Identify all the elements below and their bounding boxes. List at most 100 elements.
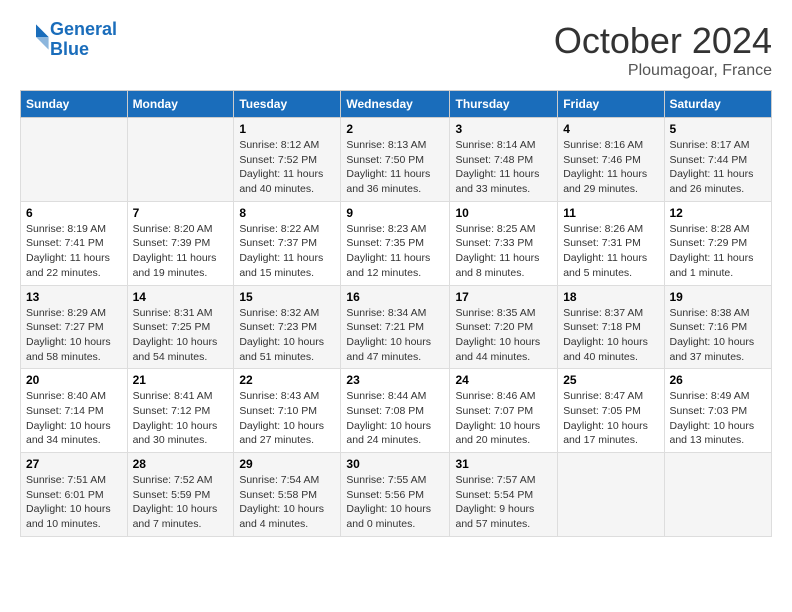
day-info: Sunrise: 8:19 AM Sunset: 7:41 PM Dayligh… [26,222,122,281]
day-number: 23 [346,373,444,387]
calendar-cell: 30 Sunrise: 7:55 AM Sunset: 5:56 PM Dayli… [341,453,450,537]
day-info: Sunrise: 8:44 AM Sunset: 7:08 PM Dayligh… [346,389,444,448]
calendar-cell: 15Sunrise: 8:32 AM Sunset: 7:23 PM Dayli… [234,285,341,369]
day-info: Sunrise: 8:22 AM Sunset: 7:37 PM Dayligh… [239,222,335,281]
day-number: 16 [346,290,444,304]
day-info: Sunrise: 7:52 AM Sunset: 5:59 PM Dayligh… [133,473,229,532]
calendar-cell: 5 Sunrise: 8:17 AM Sunset: 7:44 PM Daylig… [664,118,772,202]
weekday-header-friday: Friday [558,91,664,118]
day-info: Sunrise: 8:49 AM Sunset: 7:03 PM Dayligh… [670,389,767,448]
week-row-3: 13 Sunrise: 8:29 AM Sunset: 7:27 PM Dayli… [21,285,772,369]
day-info: Sunrise: 7:54 AM Sunset: 5:58 PM Dayligh… [239,473,335,532]
calendar-cell: 18 Sunrise: 8:37 AM Sunset: 7:18 PM Dayli… [558,285,664,369]
day-number: 7 [133,206,229,220]
day-number: 6 [26,206,122,220]
calendar-cell: 12 Sunrise: 8:28 AM Sunset: 7:29 PM Dayli… [664,201,772,285]
calendar-cell: 13 Sunrise: 8:29 AM Sunset: 7:27 PM Dayli… [21,285,128,369]
day-info: Sunrise: 8:43 AM Sunset: 7:10 PM Dayligh… [239,389,335,448]
calendar-cell: 26 Sunrise: 8:49 AM Sunset: 7:03 PM Dayli… [664,369,772,453]
day-info: Sunrise: 8:37 AM Sunset: 7:18 PM Dayligh… [563,306,658,365]
calendar-cell: 9 Sunrise: 8:23 AM Sunset: 7:35 PM Daylig… [341,201,450,285]
calendar-cell: 22Sunrise: 8:43 AM Sunset: 7:10 PM Dayli… [234,369,341,453]
day-info: Sunrise: 8:16 AM Sunset: 7:46 PM Dayligh… [563,138,658,197]
day-number: 10 [455,206,552,220]
calendar-cell: 4 Sunrise: 8:16 AM Sunset: 7:46 PM Daylig… [558,118,664,202]
day-info: Sunrise: 7:57 AM Sunset: 5:54 PM Dayligh… [455,473,552,532]
day-number: 1 [239,122,335,136]
day-info: Sunrise: 8:12 AM Sunset: 7:52 PM Dayligh… [239,138,335,197]
day-number: 28 [133,457,229,471]
day-info: Sunrise: 7:55 AM Sunset: 5:56 PM Dayligh… [346,473,444,532]
calendar-cell: 3 Sunrise: 8:14 AM Sunset: 7:48 PM Daylig… [450,118,558,202]
weekday-header-row: SundayMondayTuesdayWednesdayThursdayFrid… [21,91,772,118]
calendar-cell: 14Sunrise: 8:31 AM Sunset: 7:25 PM Dayli… [127,285,234,369]
weekday-header-tuesday: Tuesday [234,91,341,118]
logo: General Blue [20,20,117,60]
month-title: October 2024 [554,20,772,62]
calendar-cell: 17Sunrise: 8:35 AM Sunset: 7:20 PM Dayli… [450,285,558,369]
day-number: 3 [455,122,552,136]
day-number: 30 [346,457,444,471]
day-number: 13 [26,290,122,304]
calendar-cell [558,453,664,537]
day-number: 11 [563,206,658,220]
day-info: Sunrise: 8:17 AM Sunset: 7:44 PM Dayligh… [670,138,767,197]
day-info: Sunrise: 8:20 AM Sunset: 7:39 PM Dayligh… [133,222,229,281]
day-number: 21 [133,373,229,387]
title-block: October 2024 Ploumagoar, France [554,20,772,80]
calendar-cell: 20 Sunrise: 8:40 AM Sunset: 7:14 PM Dayli… [21,369,128,453]
logo-icon [22,23,50,51]
calendar-cell [664,453,772,537]
logo-text: General Blue [50,20,117,60]
day-number: 27 [26,457,122,471]
calendar-cell: 6 Sunrise: 8:19 AM Sunset: 7:41 PM Daylig… [21,201,128,285]
day-number: 20 [26,373,122,387]
week-row-5: 27 Sunrise: 7:51 AM Sunset: 6:01 PM Dayli… [21,453,772,537]
weekday-header-saturday: Saturday [664,91,772,118]
calendar-cell: 25 Sunrise: 8:47 AM Sunset: 7:05 PM Dayli… [558,369,664,453]
weekday-header-wednesday: Wednesday [341,91,450,118]
day-number: 4 [563,122,658,136]
day-info: Sunrise: 8:29 AM Sunset: 7:27 PM Dayligh… [26,306,122,365]
day-info: Sunrise: 8:28 AM Sunset: 7:29 PM Dayligh… [670,222,767,281]
day-number: 29 [239,457,335,471]
day-number: 15 [239,290,335,304]
day-number: 18 [563,290,658,304]
day-info: Sunrise: 8:34 AM Sunset: 7:21 PM Dayligh… [346,306,444,365]
calendar-table: SundayMondayTuesdayWednesdayThursdayFrid… [20,90,772,537]
calendar-cell: 21Sunrise: 8:41 AM Sunset: 7:12 PM Dayli… [127,369,234,453]
calendar-cell [21,118,128,202]
day-info: Sunrise: 8:23 AM Sunset: 7:35 PM Dayligh… [346,222,444,281]
day-number: 12 [670,206,767,220]
day-number: 24 [455,373,552,387]
day-info: Sunrise: 8:47 AM Sunset: 7:05 PM Dayligh… [563,389,658,448]
day-info: Sunrise: 8:35 AM Sunset: 7:20 PM Dayligh… [455,306,552,365]
day-number: 2 [346,122,444,136]
day-info: Sunrise: 8:40 AM Sunset: 7:14 PM Dayligh… [26,389,122,448]
day-number: 26 [670,373,767,387]
day-info: Sunrise: 8:13 AM Sunset: 7:50 PM Dayligh… [346,138,444,197]
day-info: Sunrise: 7:51 AM Sunset: 6:01 PM Dayligh… [26,473,122,532]
calendar-cell: 24 Sunrise: 8:46 AM Sunset: 7:07 PM Dayli… [450,369,558,453]
week-row-1: 1 Sunrise: 8:12 AM Sunset: 7:52 PM Daylig… [21,118,772,202]
day-info: Sunrise: 8:14 AM Sunset: 7:48 PM Dayligh… [455,138,552,197]
day-number: 9 [346,206,444,220]
calendar-cell: 11 Sunrise: 8:26 AM Sunset: 7:31 PM Dayli… [558,201,664,285]
weekday-header-thursday: Thursday [450,91,558,118]
day-info: Sunrise: 8:26 AM Sunset: 7:31 PM Dayligh… [563,222,658,281]
day-info: Sunrise: 8:38 AM Sunset: 7:16 PM Dayligh… [670,306,767,365]
calendar-cell: 23 Sunrise: 8:44 AM Sunset: 7:08 PM Dayli… [341,369,450,453]
day-number: 8 [239,206,335,220]
day-number: 5 [670,122,767,136]
calendar-cell: 1 Sunrise: 8:12 AM Sunset: 7:52 PM Daylig… [234,118,341,202]
calendar-cell: 27 Sunrise: 7:51 AM Sunset: 6:01 PM Dayli… [21,453,128,537]
calendar-cell: 31 Sunrise: 7:57 AM Sunset: 5:54 PM Dayli… [450,453,558,537]
calendar-cell: 19Sunrise: 8:38 AM Sunset: 7:16 PM Dayli… [664,285,772,369]
day-number: 31 [455,457,552,471]
day-info: Sunrise: 8:46 AM Sunset: 7:07 PM Dayligh… [455,389,552,448]
week-row-4: 20 Sunrise: 8:40 AM Sunset: 7:14 PM Dayli… [21,369,772,453]
day-number: 25 [563,373,658,387]
week-row-2: 6 Sunrise: 8:19 AM Sunset: 7:41 PM Daylig… [21,201,772,285]
calendar-cell: 7 Sunrise: 8:20 AM Sunset: 7:39 PM Daylig… [127,201,234,285]
day-info: Sunrise: 8:31 AM Sunset: 7:25 PM Dayligh… [133,306,229,365]
